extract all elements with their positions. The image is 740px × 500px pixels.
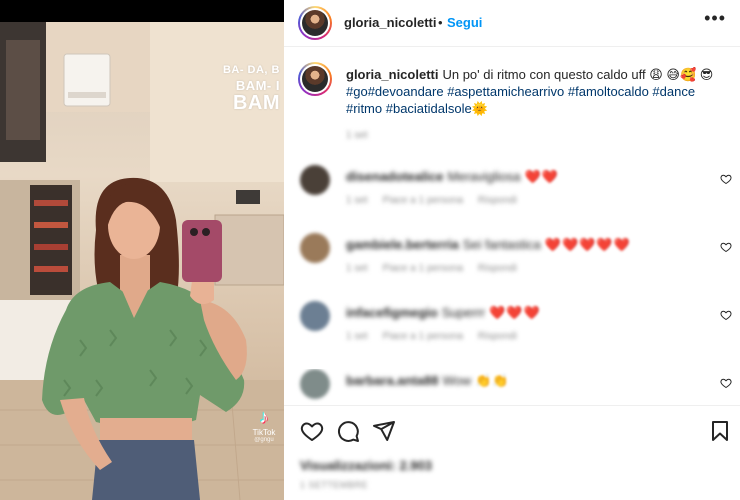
caption-emojis-2: 😎: [699, 67, 714, 82]
comment-reply[interactable]: Rispondi: [478, 195, 517, 206]
comment-username[interactable]: disenadotealice: [346, 169, 444, 184]
comment-reply[interactable]: Rispondi: [478, 263, 517, 274]
comment-like-heart-icon[interactable]: [720, 309, 732, 321]
more-horizontal-icon[interactable]: •••: [704, 8, 726, 29]
comment-body: Meravigliosa: [447, 169, 521, 184]
post-action-bar: [284, 405, 740, 455]
caption-username[interactable]: gloria_nicoletti: [346, 67, 438, 82]
caption-timestamp: 1 set: [346, 130, 368, 141]
comment-body: Superrr: [441, 305, 486, 320]
comment-meta: 1 set Piace a 1 persona Rispondi: [346, 195, 529, 206]
post-media[interactable]: BA- DA, B BAM- I BAM ♪ TikTok @gngu: [0, 0, 284, 500]
comment-item: barbara.anta88 Wow 👏👏: [284, 369, 740, 405]
avatar-image: [302, 10, 328, 36]
comment-like-heart-icon[interactable]: [720, 173, 732, 185]
post-date: 1 SETTEMBRE: [300, 480, 369, 490]
comment-item: disenadotealice Meravigliosa ❤️❤️ 1 set Pi…: [284, 165, 740, 233]
comment-username[interactable]: infacefigmegio: [346, 305, 438, 320]
comment-like-heart-icon[interactable]: [720, 377, 732, 389]
caption-avatar[interactable]: [298, 62, 332, 96]
comment-meta: 1 set Piace a 1 persona Rispondi: [346, 331, 529, 342]
comment-body: Wow: [442, 373, 472, 388]
tiktok-logo-icon: ♪: [259, 407, 269, 427]
media-top-band: [0, 0, 284, 22]
follow-button[interactable]: Segui: [447, 15, 482, 30]
comment-avatar[interactable]: [300, 301, 330, 331]
author-avatar[interactable]: [298, 6, 332, 40]
comment-likes[interactable]: Piace a 1 persona: [382, 195, 463, 206]
tiktok-user: @gngu: [254, 437, 274, 443]
caption-text: gloria_nicoletti Un po' di ritmo con ques…: [346, 66, 726, 117]
comment-age: 1 set: [346, 331, 368, 342]
comment-reply[interactable]: Rispondi: [478, 331, 517, 342]
comment-emojis: ❤️❤️: [524, 169, 559, 184]
media-overlay-line-2: BAM- I: [235, 78, 280, 93]
comment-bubble-icon[interactable]: [336, 419, 360, 443]
comment-emojis: 👏👏: [475, 373, 510, 388]
bookmark-icon[interactable]: [708, 419, 732, 443]
caption-hashtags[interactable]: #go#devoandare #aspettamichearrivo #famo…: [346, 84, 695, 116]
comment-likes[interactable]: Piace a 1 persona: [382, 331, 463, 342]
comment-like-heart-icon[interactable]: [720, 241, 732, 253]
tiktok-label: TikTok: [252, 428, 276, 437]
comment-avatar[interactable]: [300, 369, 330, 399]
post-header: gloria_nicoletti • Segui •••: [284, 0, 740, 47]
comment-item: gambiele.berterria Sei fantastica ❤️❤️❤️❤️…: [284, 233, 740, 301]
post-caption: gloria_nicoletti Un po' di ritmo con ques…: [284, 60, 740, 140]
comment-age: 1 set: [346, 263, 368, 274]
comment-emojis: ❤️❤️❤️❤️❤️: [544, 237, 631, 252]
comment-emojis: ❤️❤️❤️: [489, 305, 541, 320]
comment-avatar[interactable]: [300, 165, 330, 195]
heart-outline-icon[interactable]: [300, 419, 324, 443]
media-overlay-line-1: BA- DA, B: [222, 64, 280, 76]
comment-body: Sei fantastica: [462, 237, 541, 252]
comment-username[interactable]: barbara.anta88: [346, 373, 439, 388]
views-count[interactable]: Visualizzazioni: 2.903: [300, 458, 432, 473]
author-username[interactable]: gloria_nicoletti: [344, 15, 436, 30]
comment-likes[interactable]: Piace a 1 persona: [382, 263, 463, 274]
comment-avatar[interactable]: [300, 233, 330, 263]
comment-item: infacefigmegio Superrr ❤️❤️❤️ 1 set Piace …: [284, 301, 740, 369]
caption-body: Un po' di ritmo con questo caldo uff: [442, 67, 646, 82]
avatar-image: [302, 66, 328, 92]
caption-emojis: 😩 😅🥰: [649, 67, 697, 82]
post-side-panel: gloria_nicoletti • Segui ••• gloria_nico…: [284, 0, 740, 500]
comment-username[interactable]: gambiele.berterria: [346, 237, 459, 252]
comment-age: 1 set: [346, 195, 368, 206]
tiktok-watermark: ♪ TikTok @gngu: [249, 408, 279, 443]
separator-dot: •: [438, 15, 443, 30]
caption-end-emoji: 🌞: [471, 101, 488, 116]
paper-plane-icon[interactable]: [372, 419, 396, 443]
media-overlay-line-3: BAM: [232, 92, 280, 114]
comment-meta: 1 set Piace a 1 persona Rispondi: [346, 263, 529, 274]
